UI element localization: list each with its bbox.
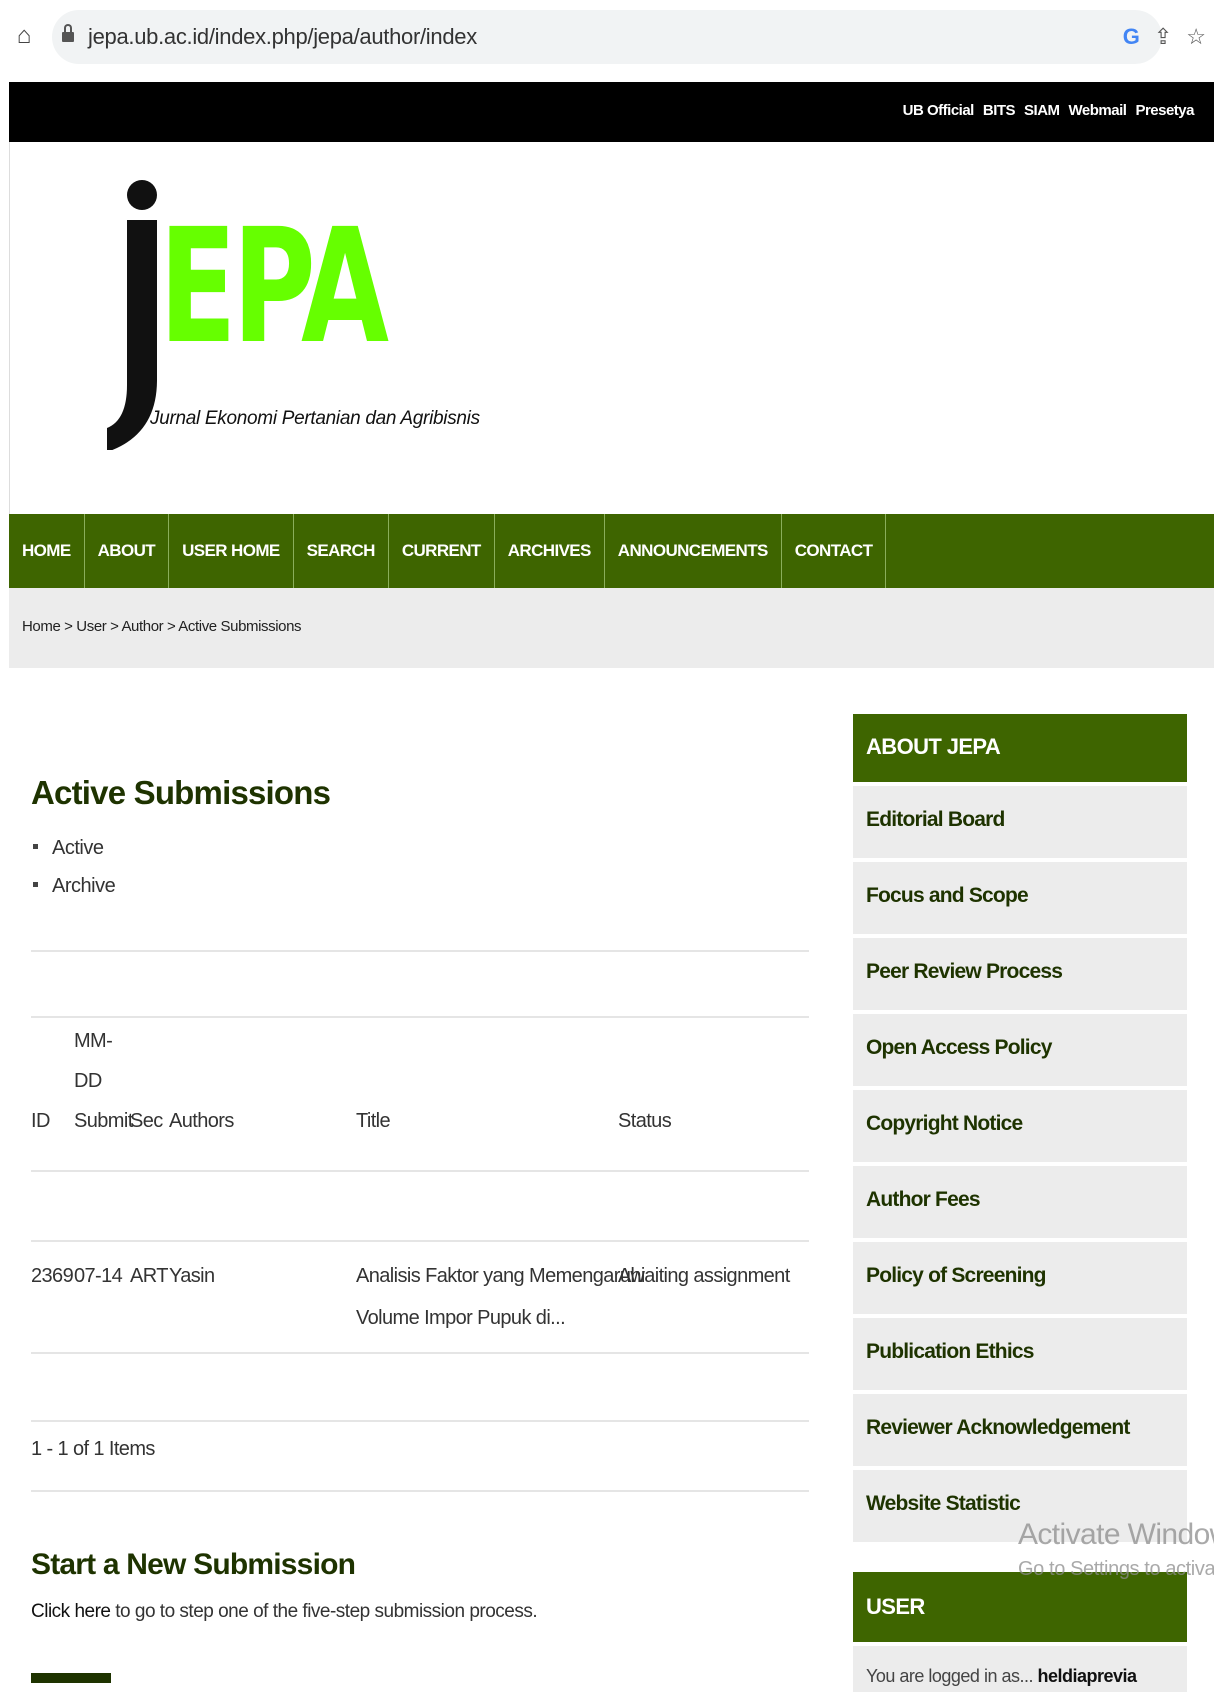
share-icon[interactable]: ⇪ xyxy=(1154,24,1172,50)
watermark-line1: Activate Windows xyxy=(1018,1518,1214,1551)
col-header-title[interactable]: Title xyxy=(356,1110,391,1133)
google-icon[interactable]: G xyxy=(1123,24,1140,50)
divider xyxy=(31,1490,809,1492)
jepa-logo[interactable]: EPA Jurnal Ekonomi Pertanian dan Agribis… xyxy=(105,180,480,450)
cell-sec: ART xyxy=(130,1265,168,1287)
cut-off-heading xyxy=(31,1673,111,1683)
nav-home[interactable]: HOME xyxy=(9,514,85,588)
cell-submit: 07-14 xyxy=(74,1265,123,1287)
site-header: EPA Jurnal Ekonomi Pertanian dan Agribis… xyxy=(9,142,1214,514)
sidebar-user-title: USER xyxy=(853,1572,1187,1642)
nav-about[interactable]: ABOUT xyxy=(85,514,170,588)
cell-title-line2[interactable]: Volume Impor Pupuk di... xyxy=(356,1297,566,1339)
sidebar-item-author-fees[interactable]: Author Fees xyxy=(853,1166,1187,1238)
col-header-id[interactable]: ID xyxy=(31,1110,50,1133)
logo-epa-text: EPA xyxy=(159,195,389,379)
new-submission-description: to go to step one of the five-step submi… xyxy=(110,1601,538,1622)
col-header-sec[interactable]: Sec xyxy=(130,1110,163,1133)
link-siam[interactable]: SIAM xyxy=(1024,102,1060,119)
sidebar-user-info: You are logged in as... heldiaprevia xyxy=(853,1646,1187,1692)
link-webmail[interactable]: Webmail xyxy=(1069,102,1127,119)
col-header-submit-line1[interactable]: MM- xyxy=(74,1030,113,1053)
logo-tagline: Jurnal Ekonomi Pertanian dan Agribisnis xyxy=(150,408,480,429)
new-submission-text: Click here to go to step one of the five… xyxy=(31,1601,538,1623)
sidebar-item-peer-review[interactable]: Peer Review Process xyxy=(853,938,1187,1010)
logged-in-label: You are logged in as... xyxy=(866,1666,1033,1686)
link-ub-official[interactable]: UB Official xyxy=(903,102,975,119)
link-bits[interactable]: BITS xyxy=(983,102,1016,119)
main-nav: HOME ABOUT USER HOME SEARCH CURRENT ARCH… xyxy=(9,514,1214,588)
lock-icon[interactable] xyxy=(62,24,74,44)
page-title: Active Submissions xyxy=(31,774,331,811)
divider xyxy=(31,1016,809,1018)
divider xyxy=(31,1170,809,1172)
home-icon[interactable]: ⌂ xyxy=(10,22,38,50)
sidebar: ABOUT JEPA Editorial Board Focus and Sco… xyxy=(853,714,1187,1546)
star-icon[interactable]: ☆ xyxy=(1186,24,1206,50)
cell-title-line1[interactable]: Analisis Faktor yang Memengaruhi xyxy=(356,1255,645,1297)
nav-announcements[interactable]: ANNOUNCEMENTS xyxy=(605,514,782,588)
breadcrumb[interactable]: Home > User > Author > Active Submission… xyxy=(22,618,302,635)
divider xyxy=(31,1352,809,1354)
col-header-status[interactable]: Status xyxy=(618,1110,672,1133)
watermark-line2: Go to Settings to activate Windows. xyxy=(1018,1558,1214,1580)
divider xyxy=(31,1240,809,1242)
nav-current[interactable]: CURRENT xyxy=(389,514,495,588)
breadcrumb-bar: Home > User > Author > Active Submission… xyxy=(9,588,1214,668)
sidebar-item-open-access[interactable]: Open Access Policy xyxy=(853,1014,1187,1086)
top-links-bar: UB Official BITS SIAM Webmail Presetya xyxy=(9,82,1214,142)
divider xyxy=(31,950,809,952)
cell-status: Awaiting assignment xyxy=(618,1265,790,1287)
cell-authors: Yasin xyxy=(169,1265,215,1287)
click-here-link[interactable]: Click here xyxy=(31,1601,111,1622)
nav-search[interactable]: SEARCH xyxy=(294,514,389,588)
sidebar-about-title: ABOUT JEPA xyxy=(853,714,1187,782)
col-header-submit-line2[interactable]: DD xyxy=(74,1070,102,1093)
nav-contact[interactable]: CONTACT xyxy=(782,514,887,588)
new-submission-title: Start a New Submission xyxy=(31,1548,356,1581)
filter-active[interactable]: Active xyxy=(31,834,115,872)
filter-archive[interactable]: Archive xyxy=(31,872,116,910)
url-text[interactable]: jepa.ub.ac.id/index.php/jepa/author/inde… xyxy=(88,24,477,50)
sidebar-item-editorial-board[interactable]: Editorial Board xyxy=(853,786,1187,858)
username[interactable]: heldiaprevia xyxy=(1038,1666,1138,1686)
browser-toolbar: ⌂ jepa.ub.ac.id/index.php/jepa/author/in… xyxy=(0,0,1214,82)
divider xyxy=(31,1420,809,1422)
sidebar-item-focus-scope[interactable]: Focus and Scope xyxy=(853,862,1187,934)
main-content: Active Submissions Active Archive ID MM-… xyxy=(9,668,809,1692)
sidebar-item-reviewer-ack[interactable]: Reviewer Acknowledgement xyxy=(853,1394,1187,1466)
col-header-submit[interactable]: Submit xyxy=(74,1110,133,1133)
nav-user-home[interactable]: USER HOME xyxy=(169,514,294,588)
link-presetya[interactable]: Presetya xyxy=(1135,102,1194,119)
submission-filter-list: Active Archive xyxy=(31,834,116,910)
sidebar-item-policy-screening[interactable]: Policy of Screening xyxy=(853,1242,1187,1314)
sidebar-item-copyright[interactable]: Copyright Notice xyxy=(853,1090,1187,1162)
col-header-authors[interactable]: Authors xyxy=(169,1110,234,1133)
activate-windows-watermark: Activate Windows Go to Settings to activ… xyxy=(1018,1518,1214,1581)
pagination-info: 1 - 1 of 1 Items xyxy=(31,1438,155,1460)
sidebar-item-publication-ethics[interactable]: Publication Ethics xyxy=(853,1318,1187,1390)
nav-archives[interactable]: ARCHIVES xyxy=(495,514,605,588)
cell-id: 2369 xyxy=(31,1265,74,1287)
